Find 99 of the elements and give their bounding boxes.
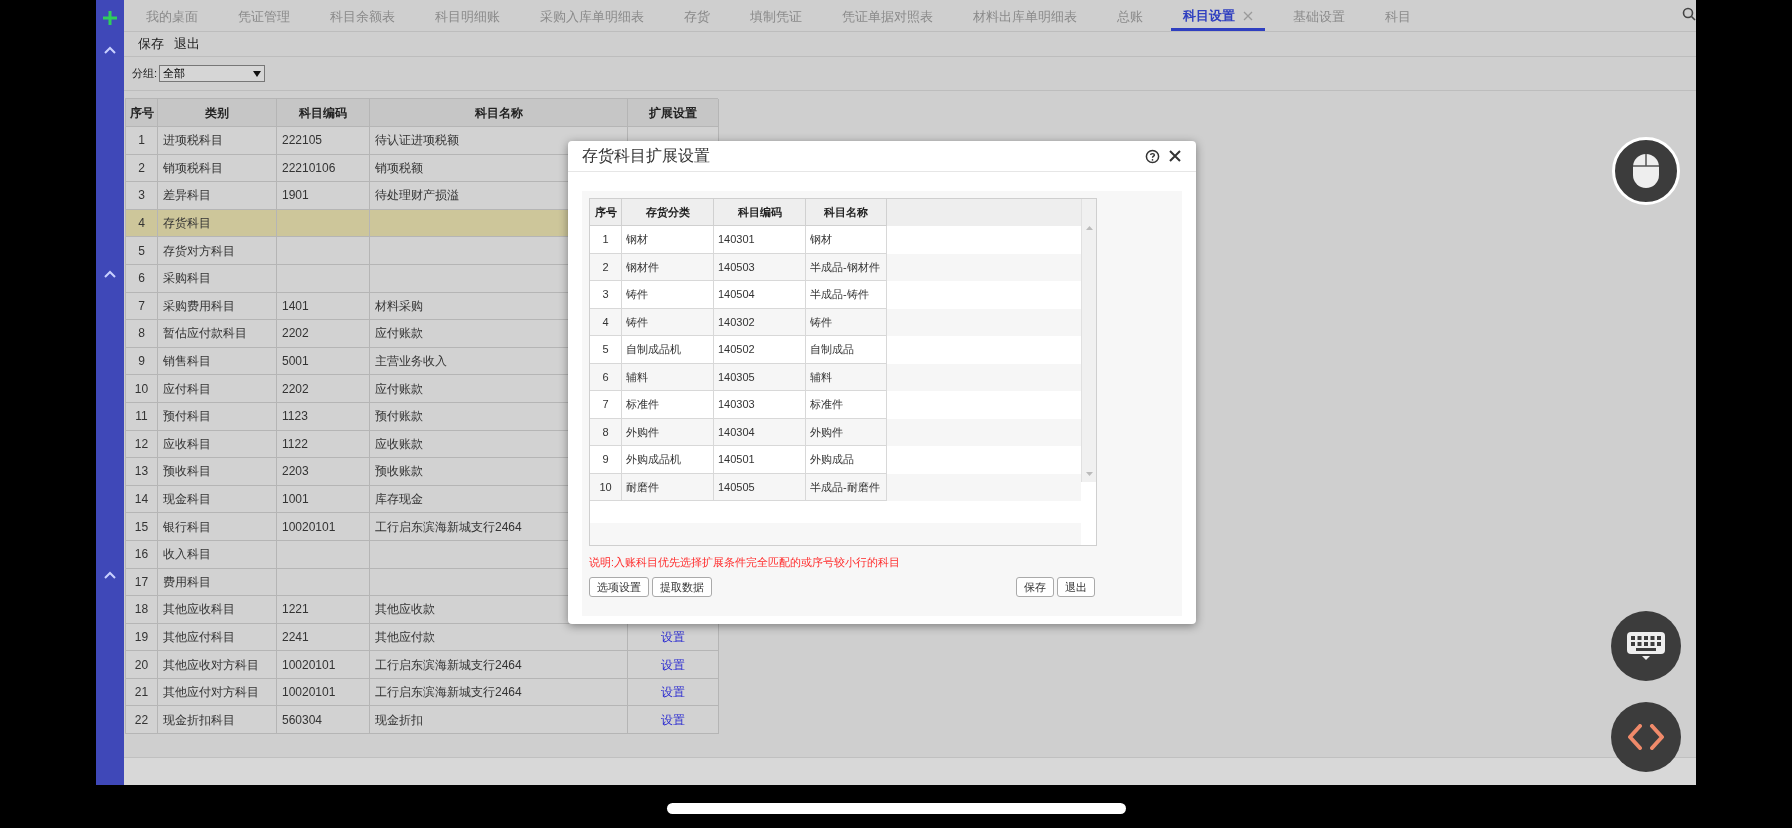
table-cell-text: 存货对方科目 — [163, 242, 235, 260]
table-cell-text: 材料采购 — [375, 297, 423, 315]
table-cell-text: 10020101 — [282, 684, 336, 702]
table-cell-text: 半成品-铸件 — [810, 287, 869, 302]
table-cell-text: 外购件 — [810, 424, 843, 440]
table-cell-text: 其他应付科目 — [163, 629, 235, 646]
table-cell-text: 2241 — [282, 629, 309, 646]
table-cell-text: 140301 — [718, 232, 755, 247]
table-cell-text: 3 — [138, 187, 145, 205]
table-cell-text: 工行启东滨海新城支行2464 — [375, 518, 522, 536]
table-cell-text: 主营业务收入 — [375, 353, 447, 371]
table-cell-text: 21 — [134, 684, 149, 702]
table-cell-text: 库存现金 — [375, 491, 423, 508]
table-cell-text: 22 — [134, 711, 149, 729]
table-cell-text: 预付账款 — [375, 408, 423, 426]
table-cell-text: 存货科目 — [163, 215, 211, 233]
table-cell-text: 140501 — [718, 452, 755, 467]
table-cell-text: 8 — [138, 325, 145, 343]
table-cell-text: 收入科目 — [163, 546, 211, 564]
table-cell-text: 1901 — [282, 187, 309, 205]
table-cell-text: 其他应收款 — [375, 601, 435, 619]
table-cell-text: 10 — [134, 380, 149, 398]
table-cell-text: 140304 — [718, 424, 755, 440]
table-cell-text: 应付科目 — [163, 380, 211, 398]
table-cell-text: 1123 — [282, 408, 308, 426]
table-cell-text: 1122 — [282, 435, 308, 453]
table-cell-text: 自制成品 — [810, 342, 854, 357]
table-cell-text: 外购成品 — [810, 452, 854, 467]
table-cell-text: 应付账款 — [375, 380, 423, 398]
table-cell-text: 2203 — [282, 463, 309, 481]
table-cell-text: 其他应付款 — [375, 629, 435, 646]
table-cell-text: 待认证进项税额 — [375, 132, 459, 150]
table-cell-text: 560304 — [282, 711, 323, 729]
table-cell-text: 1001 — [282, 491, 309, 508]
table-cell-text: 其他应收对方科目 — [163, 656, 259, 674]
table-cell-text: 11 — [135, 408, 148, 426]
table-cell-text: 销售科目 — [163, 353, 211, 371]
table-cell-text: 15 — [134, 518, 149, 536]
table-cell-text: 222105 — [282, 132, 323, 150]
table-cell-text: 银行科目 — [163, 518, 211, 536]
table-cell-text: 6 — [138, 270, 145, 288]
table-cell-text: 销项税科目 — [163, 159, 223, 177]
table-cell-text: 18 — [134, 601, 149, 619]
table-cell-text: 1221 — [282, 601, 309, 619]
table-cell-text: 暂估应付款科目 — [163, 325, 247, 343]
table-cell-text: 2 — [138, 159, 145, 177]
table-cell-text: 12 — [134, 435, 149, 453]
table-cell-text: 预付科目 — [163, 408, 211, 426]
table-cell-text: 1401 — [282, 297, 309, 315]
table-cell-text: 4 — [138, 215, 145, 233]
table-cell-text: 现金折扣 — [375, 711, 423, 729]
table-cell-text: 7 — [138, 297, 145, 315]
table-cell-text: 其他应收科目 — [163, 601, 235, 619]
table-cell-text: 140504 — [718, 287, 755, 302]
table-cell-text: 5001 — [282, 353, 309, 371]
table-cell-text: 采购科目 — [163, 270, 211, 288]
table-cell-text: 钢材 — [810, 232, 832, 247]
table-cell-text: 预收账款 — [375, 463, 423, 481]
table-cell-text: 5 — [138, 242, 145, 260]
table-cell-text: 140503 — [718, 259, 755, 275]
table-cell-text: 2202 — [282, 380, 309, 398]
table-cell-text: 预收科目 — [163, 463, 211, 481]
table-cell-text: 应收科目 — [163, 435, 211, 453]
table-cell-text: 应付账款 — [375, 325, 423, 343]
table-cell-text: 140303 — [718, 397, 755, 412]
table-cell-text: 140502 — [718, 342, 755, 357]
table-cell-text: 17 — [134, 573, 149, 591]
table-cell-text: 半成品-钢材件 — [810, 259, 880, 275]
table-cell-text: 16 — [134, 546, 149, 564]
group-label: 分组: — [132, 66, 158, 82]
table-cell-text: 20 — [134, 656, 149, 674]
table-cell-text: 销项税额 — [375, 159, 423, 177]
table-cell-text: 工行启东滨海新城支行2464 — [375, 684, 522, 702]
table-cell-text: 进项税科目 — [163, 132, 223, 150]
table-cell-text: 140305 — [718, 369, 755, 385]
table-cell-text: 工行启东滨海新城支行2464 — [375, 656, 522, 674]
table-cell-text: 标准件 — [810, 397, 843, 412]
table-cell-text: 22210106 — [282, 159, 336, 177]
table-cell-text: 待处理财产损溢 — [375, 187, 459, 205]
table-cell-text: 9 — [138, 353, 145, 371]
table-cell-text: 2202 — [282, 325, 309, 343]
table-cell-text: 差异科目 — [163, 187, 211, 205]
table-cell-text: 现金科目 — [163, 491, 211, 508]
table-cell-text: 19 — [134, 629, 149, 646]
table-cell-text: 辅料 — [810, 369, 832, 385]
table-cell-text: 140302 — [718, 314, 755, 330]
table-cell-text: 140505 — [718, 479, 755, 495]
table-cell-text: 现金折扣科目 — [163, 711, 235, 729]
table-cell-text: 铸件 — [810, 314, 832, 330]
table-cell-text: 半成品-耐磨件 — [810, 479, 880, 495]
table-cell-text: 费用科目 — [163, 573, 211, 591]
table-cell-text: 14 — [134, 491, 149, 508]
table-cell-text: 13 — [134, 463, 149, 481]
table-cell-text: 10020101 — [282, 656, 336, 674]
table-cell-text: 应收账款 — [375, 435, 423, 453]
table-cell-text: 其他应付对方科目 — [163, 684, 259, 702]
table-cell-text: 10020101 — [282, 518, 336, 536]
table-cell-text: 采购费用科目 — [163, 297, 235, 315]
table-cell-text: 1 — [138, 132, 145, 150]
